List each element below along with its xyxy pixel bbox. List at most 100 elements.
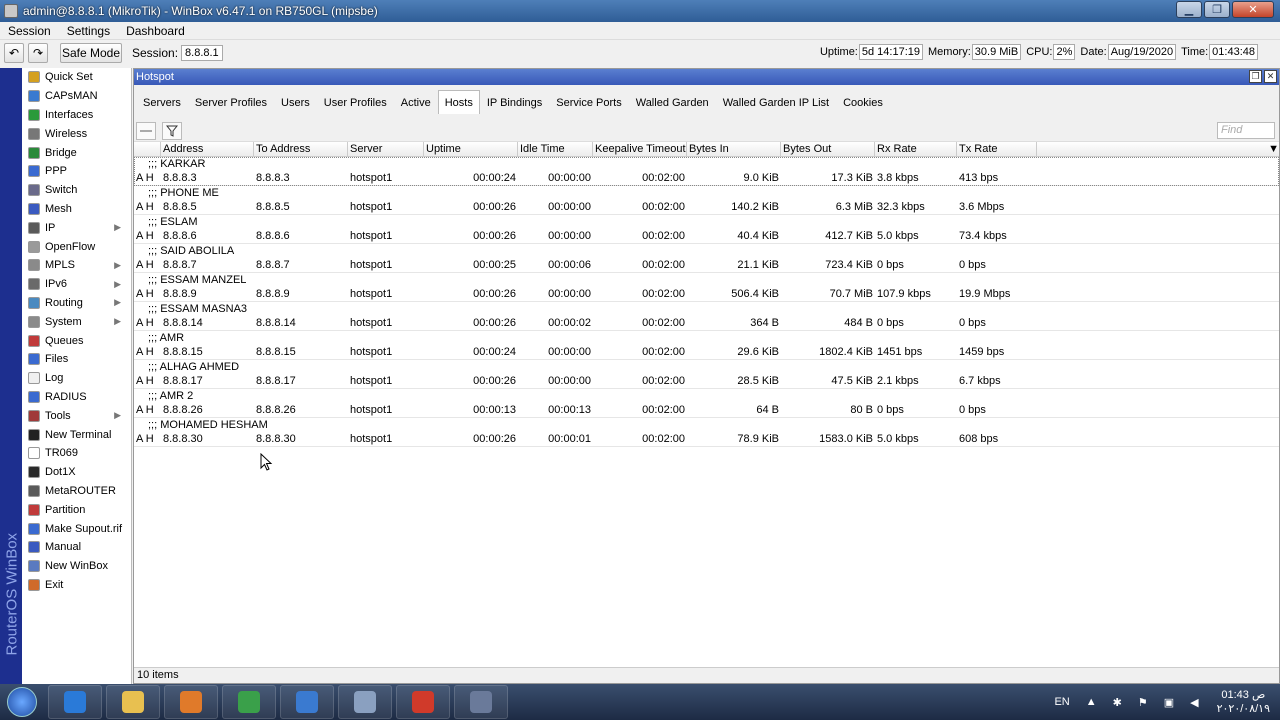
tab-walled-garden[interactable]: Walled Garden xyxy=(629,90,716,114)
tab-server-profiles[interactable]: Server Profiles xyxy=(188,90,274,114)
table-row[interactable]: ;;; AMR A H 8.8.8.15 8.8.8.15 hotspot1 00:00:… xyxy=(134,331,1279,360)
action-center-icon[interactable]: ⚑ xyxy=(1138,696,1148,709)
sidebar-item-mesh[interactable]: Mesh xyxy=(22,200,131,219)
column-header[interactable]: Address xyxy=(161,142,254,156)
tray-expand-icon[interactable]: ▲ xyxy=(1086,696,1097,708)
sidebar-item-ip[interactable]: IP ▶ xyxy=(22,218,131,237)
network-icon[interactable]: ▣ xyxy=(1164,696,1174,709)
chrome-icon xyxy=(238,691,260,713)
table-row[interactable]: ;;; ESSAM MASNA3 A H 8.8.8.14 8.8.8.14 hotsp… xyxy=(134,302,1279,331)
column-header[interactable]: Tx Rate xyxy=(957,142,1037,156)
tab-users[interactable]: Users xyxy=(274,90,317,114)
table-row[interactable]: ;;; SAID ABOLILA A H 8.8.8.7 8.8.8.7 hotspot… xyxy=(134,244,1279,273)
sidebar-item-metarouter[interactable]: MetaROUTER xyxy=(22,482,131,501)
tab-user-profiles[interactable]: User Profiles xyxy=(317,90,394,114)
sidebar-item-bridge[interactable]: Bridge xyxy=(22,143,131,162)
cell-server: hotspot1 xyxy=(350,433,393,445)
column-header[interactable]: Idle Time xyxy=(518,142,593,156)
sidebar-item-tr069[interactable]: TR069 xyxy=(22,444,131,463)
openflow-icon xyxy=(28,240,40,253)
sidebar-item-manual[interactable]: Manual xyxy=(22,538,131,557)
sidebar-item-new-terminal[interactable]: New Terminal xyxy=(22,425,131,444)
volume-icon[interactable]: ◀ xyxy=(1190,696,1198,709)
table-row[interactable]: ;;; ALHAG AHMED A H 8.8.8.17 8.8.8.17 hotspo… xyxy=(134,360,1279,389)
redo-button[interactable]: ↷ xyxy=(28,43,48,63)
sidebar-item-partition[interactable]: Partition xyxy=(22,500,131,519)
safe-mode-button[interactable]: Safe Mode xyxy=(60,43,122,63)
tab-cookies[interactable]: Cookies xyxy=(836,90,890,114)
taskbar-app[interactable] xyxy=(396,685,450,719)
sidebar-item-ipv6[interactable]: IPv6 ▶ xyxy=(22,275,131,294)
taskbar-app[interactable] xyxy=(48,685,102,719)
taskbar-app[interactable] xyxy=(164,685,218,719)
sidebar-item-label: CAPsMAN xyxy=(45,90,98,103)
sidebar-item-new-winbox[interactable]: New WinBox xyxy=(22,557,131,576)
table-row[interactable]: ;;; MOHAMED HESHAM A H 8.8.8.30 8.8.8.30 hot… xyxy=(134,418,1279,447)
maximize-button[interactable]: ❐ xyxy=(1204,1,1230,18)
tab-hosts[interactable]: Hosts xyxy=(437,90,480,114)
restore-window-icon[interactable]: ❐ xyxy=(1249,70,1262,83)
sidebar-item-dot1x[interactable]: Dot1X xyxy=(22,463,131,482)
sidebar-item-exit[interactable]: Exit xyxy=(22,576,131,595)
taskbar-app[interactable] xyxy=(280,685,334,719)
minimize-button[interactable]: ▁ xyxy=(1176,1,1202,18)
taskbar-app[interactable] xyxy=(106,685,160,719)
sidebar-item-quick-set[interactable]: Quick Set xyxy=(22,68,131,87)
tab-servers[interactable]: Servers xyxy=(136,90,188,114)
sidebar-item-make-supout-rif[interactable]: Make Supout.rif xyxy=(22,519,131,538)
tab-ip-bindings[interactable]: IP Bindings xyxy=(480,90,549,114)
bluetooth-icon[interactable]: ✱ xyxy=(1113,696,1122,709)
table-row[interactable]: ;;; PHONE ME A H 8.8.8.5 8.8.8.5 hotspot1 00:… xyxy=(134,186,1279,215)
filter-icon[interactable] xyxy=(162,122,182,140)
column-header[interactable]: Bytes In xyxy=(687,142,781,156)
sidebar-item-capsman[interactable]: CAPsMAN xyxy=(22,87,131,106)
find-input[interactable]: Find xyxy=(1217,122,1275,139)
sidebar-item-queues[interactable]: Queues xyxy=(22,331,131,350)
menu-session[interactable]: Session xyxy=(0,24,59,38)
sidebar-item-system[interactable]: System ▶ xyxy=(22,312,131,331)
table-row[interactable]: ;;; ESSAM MANZEL A H 8.8.8.9 8.8.8.9 hotspot… xyxy=(134,273,1279,302)
windows-logo-icon xyxy=(7,687,37,717)
close-window-icon[interactable]: ✕ xyxy=(1264,70,1277,83)
sidebar-item-radius[interactable]: RADIUS xyxy=(22,388,131,407)
column-header[interactable]: Rx Rate xyxy=(875,142,957,156)
menu-settings[interactable]: Settings xyxy=(59,24,118,38)
column-header[interactable]: Bytes Out xyxy=(781,142,875,156)
sidebar-item-tools[interactable]: Tools ▶ xyxy=(22,406,131,425)
sidebar-item-openflow[interactable]: OpenFlow xyxy=(22,237,131,256)
undo-button[interactable]: ↶ xyxy=(4,43,24,63)
language-indicator[interactable]: EN xyxy=(1054,696,1069,708)
sidebar-item-wireless[interactable]: Wireless xyxy=(22,124,131,143)
menu-bar: Session Settings Dashboard xyxy=(0,22,1280,40)
taskbar-app[interactable] xyxy=(222,685,276,719)
column-header[interactable]: Server xyxy=(348,142,424,156)
sidebar-item-interfaces[interactable]: Interfaces xyxy=(22,106,131,125)
column-header[interactable] xyxy=(134,142,161,156)
sidebar-item-files[interactable]: Files xyxy=(22,350,131,369)
column-header[interactable]: Uptime xyxy=(424,142,518,156)
taskbar-app[interactable] xyxy=(454,685,508,719)
sidebar-item-routing[interactable]: Routing ▶ xyxy=(22,294,131,313)
sidebar-item-switch[interactable]: Switch xyxy=(22,181,131,200)
table-row[interactable]: ;;; ESLAM A H 8.8.8.6 8.8.8.6 hotspot1 00:00:… xyxy=(134,215,1279,244)
sidebar-item-mpls[interactable]: MPLS ▶ xyxy=(22,256,131,275)
tab-walled-garden-ip-list[interactable]: Walled Garden IP List xyxy=(716,90,836,114)
column-header[interactable]: Keepalive Timeout xyxy=(593,142,687,156)
sidebar-item-log[interactable]: Log xyxy=(22,369,131,388)
start-button[interactable] xyxy=(0,684,44,720)
cell-bytes-out: 6.3 MiB xyxy=(835,201,873,213)
table-row[interactable]: ;;; AMR 2 A H 8.8.8.26 8.8.8.26 hotspot1 00:0… xyxy=(134,389,1279,418)
column-menu-icon[interactable]: ▼ xyxy=(1037,142,1279,156)
taskbar-app[interactable] xyxy=(338,685,392,719)
clock[interactable]: 01:43 ص ٢٠٢٠/٠٨/١٩ xyxy=(1217,688,1270,716)
column-header[interactable]: To Address xyxy=(254,142,348,156)
table-row[interactable]: ;;; KARKAR A H 8.8.8.3 8.8.8.3 hotspot1 00:00… xyxy=(134,157,1279,186)
remove-icon[interactable] xyxy=(136,122,156,140)
sidebar-item-ppp[interactable]: PPP xyxy=(22,162,131,181)
tab-active[interactable]: Active xyxy=(394,90,438,114)
sidebar-item-label: Dot1X xyxy=(45,466,76,479)
cell-address: 8.8.8.5 xyxy=(163,201,197,213)
menu-dashboard[interactable]: Dashboard xyxy=(118,24,193,38)
close-button[interactable]: ✕ xyxy=(1232,1,1274,18)
tab-service-ports[interactable]: Service Ports xyxy=(549,90,628,114)
